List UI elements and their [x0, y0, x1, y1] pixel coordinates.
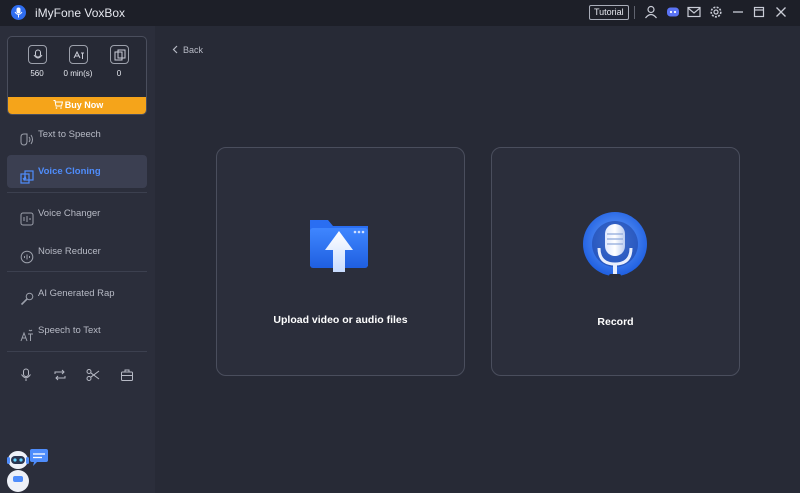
back-label: Back — [183, 45, 204, 55]
sidebar-item-label: Noise Reducer — [38, 246, 101, 257]
nav-divider — [7, 192, 147, 193]
settings-gear-icon[interactable] — [709, 5, 723, 19]
sidebar-item-speech-to-text[interactable]: Speech to Text — [7, 314, 147, 347]
upload-files-label: Upload video or audio files — [273, 314, 408, 326]
clones-icon — [109, 45, 129, 64]
title-bar: iMyFone VoxBox Tutorial — [0, 0, 800, 26]
voice-record-tool-icon[interactable] — [19, 368, 33, 382]
record-microphone-icon — [581, 210, 649, 291]
upload-files-card[interactable]: Upload video or audio files — [216, 147, 465, 376]
upload-folder-icon — [306, 214, 372, 285]
close-icon[interactable] — [774, 5, 788, 19]
sidebar-item-label: Voice Cloning — [38, 166, 101, 177]
sidebar-item-voice-cloning[interactable]: Voice Cloning — [7, 155, 147, 188]
chevron-left-icon — [172, 45, 178, 54]
text-minutes-icon — [68, 45, 88, 64]
maximize-icon[interactable] — [752, 5, 766, 19]
voice-cloning-icon — [20, 165, 34, 184]
sidebar-item-label: Voice Changer — [38, 208, 101, 219]
voice-credits-stat: 560 — [22, 45, 52, 78]
record-card[interactable]: Record — [491, 147, 740, 376]
clones-stat: 0 — [104, 45, 134, 78]
audio-cut-scissors-icon[interactable] — [86, 368, 100, 382]
voice-changer-icon — [20, 207, 34, 226]
microphone-icon — [20, 287, 34, 306]
user-icon[interactable] — [644, 5, 658, 19]
noise-reducer-icon — [20, 245, 34, 264]
sidebar-item-text-to-speech[interactable]: Text to Speech — [7, 118, 147, 151]
sidebar-item-label: AI Generated Rap — [38, 288, 115, 299]
app-title: iMyFone VoxBox — [35, 6, 126, 20]
minimize-icon[interactable] — [731, 5, 745, 19]
tutorial-button[interactable]: Tutorial — [589, 5, 629, 20]
assistant-robot-icon[interactable] — [4, 448, 50, 493]
text-minutes-value: 0 min(s) — [63, 69, 93, 78]
record-label: Record — [597, 316, 634, 328]
sidebar-item-ai-generated-rap[interactable]: AI Generated Rap — [7, 277, 147, 310]
text-minutes-stat: 0 min(s) — [63, 45, 93, 78]
nav-divider — [7, 351, 147, 352]
sidebar-item-voice-changer[interactable]: Voice Changer — [7, 197, 147, 230]
buy-now-button[interactable]: Buy Now — [8, 97, 146, 114]
convert-loop-icon[interactable] — [53, 368, 67, 382]
text-to-speech-icon — [20, 128, 34, 146]
clones-value: 0 — [116, 69, 122, 78]
sidebar-item-label: Text to Speech — [38, 129, 101, 140]
sidebar-item-noise-reducer[interactable]: Noise Reducer — [7, 235, 147, 268]
account-stats-card: 560 0 min(s) 0 Buy Now — [7, 36, 147, 115]
speech-to-text-icon — [20, 324, 34, 342]
nav-divider — [7, 271, 147, 272]
back-button[interactable]: Back — [172, 45, 203, 55]
voice-credits-icon — [27, 45, 47, 64]
voice-credits-value: 560 — [30, 69, 44, 78]
sidebar: 560 0 min(s) 0 Buy Now Text to Speech Vo… — [0, 26, 155, 493]
app-logo-icon — [11, 5, 26, 20]
mail-icon[interactable] — [687, 5, 701, 19]
cart-icon — [53, 100, 63, 109]
titlebar-divider — [634, 6, 635, 19]
sidebar-item-label: Speech to Text — [38, 325, 101, 336]
toolbox-icon[interactable] — [120, 368, 134, 382]
discord-icon[interactable] — [666, 5, 680, 19]
buy-now-label: Buy Now — [64, 100, 104, 110]
